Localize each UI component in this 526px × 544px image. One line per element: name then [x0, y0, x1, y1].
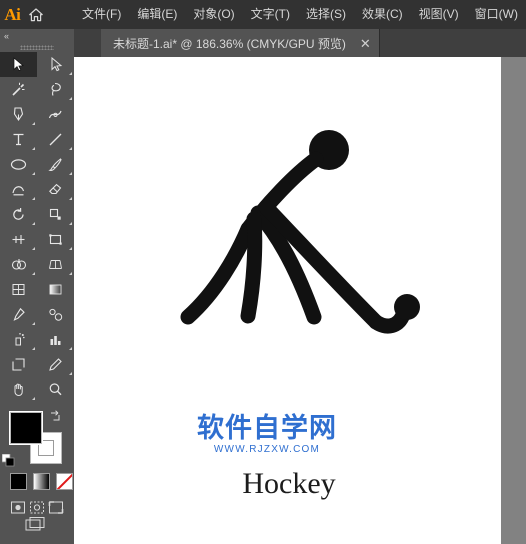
hockey-player-pictogram[interactable]	[126, 117, 446, 417]
watermark-title: 软件自学网	[197, 413, 337, 443]
tools-panel: «	[0, 29, 75, 544]
artboard-tool[interactable]	[0, 352, 37, 377]
menu-item-window[interactable]: 窗口(W)	[467, 0, 526, 29]
tool-grid	[0, 52, 74, 402]
gradient-fill-button[interactable]	[33, 473, 50, 490]
selection-tool[interactable]	[0, 52, 37, 77]
blend-tool[interactable]	[37, 302, 74, 327]
artwork-caption[interactable]: Hockey	[124, 467, 454, 501]
paintbrush-tool[interactable]	[37, 152, 74, 177]
canvas-background-right	[501, 57, 526, 544]
direct-selection-tool[interactable]	[37, 52, 74, 77]
perspective-grid-tool[interactable]	[37, 252, 74, 277]
type-tool[interactable]	[0, 127, 37, 152]
default-colors-icon[interactable]	[1, 453, 15, 467]
fill-mode-buttons	[0, 469, 74, 490]
home-icon[interactable]	[25, 0, 48, 29]
pen-tool[interactable]	[0, 102, 37, 127]
gradient-tool[interactable]	[37, 277, 74, 302]
document-tab[interactable]: 未标题-1.ai* @ 186.36% (CMYK/GPU 预览) ✕	[101, 29, 380, 57]
mesh-tool[interactable]	[0, 277, 37, 302]
menu-item-type[interactable]: 文字(T)	[243, 0, 298, 29]
tools-drag-handle[interactable]	[0, 43, 74, 52]
artboard[interactable]: 软件自学网 WWW.RJZXW.COM Hockey	[74, 57, 501, 544]
eraser-tool[interactable]	[37, 177, 74, 202]
free-transform-tool[interactable]	[37, 227, 74, 252]
slice-tool[interactable]	[37, 352, 74, 377]
shaper-tool[interactable]	[0, 177, 37, 202]
shape-builder-tool[interactable]	[0, 252, 37, 277]
eyedropper-tool[interactable]	[0, 302, 37, 327]
watermark-subtitle: WWW.RJZXW.COM	[213, 444, 321, 455]
scale-tool[interactable]	[37, 202, 74, 227]
symbol-sprayer-tool[interactable]	[0, 327, 37, 352]
zoom-tool[interactable]	[37, 377, 74, 402]
close-icon[interactable]: ✕	[360, 37, 371, 50]
canvas-area[interactable]: 软件自学网 WWW.RJZXW.COM Hockey	[74, 57, 526, 544]
swap-fill-stroke-icon[interactable]	[48, 409, 62, 423]
lasso-tool[interactable]	[37, 77, 74, 102]
rotate-tool[interactable]	[0, 202, 37, 227]
app-logo: Ai	[4, 4, 21, 24]
width-tool[interactable]	[0, 227, 37, 252]
change-screen-mode-icon[interactable]	[24, 514, 46, 536]
magic-wand-tool[interactable]	[0, 77, 37, 102]
menu-item-select[interactable]: 选择(S)	[298, 0, 354, 29]
curvature-tool[interactable]	[37, 102, 74, 127]
menu-item-object[interactable]: 对象(O)	[185, 0, 242, 29]
column-graph-tool[interactable]	[37, 327, 74, 352]
menu-item-file[interactable]: 文件(F)	[74, 0, 129, 29]
fill-color-swatch[interactable]	[9, 411, 43, 445]
menu-item-view[interactable]: 视图(V)	[411, 0, 467, 29]
menu-item-edit[interactable]: 编辑(E)	[129, 0, 185, 29]
color-swatches	[0, 407, 74, 469]
menu-bar: Ai 文件(F) 编辑(E) 对象(O) 文字(T) 选择(S) 效果(C) 视…	[0, 0, 526, 29]
tools-collapse-button[interactable]: «	[0, 29, 74, 43]
menu-item-effect[interactable]: 效果(C)	[354, 0, 411, 29]
color-fill-button[interactable]	[10, 473, 27, 490]
watermark: 软件自学网 WWW.RJZXW.COM	[152, 413, 382, 456]
document-tab-title: 未标题-1.ai* @ 186.36% (CMYK/GPU 预览)	[113, 36, 346, 51]
none-fill-button[interactable]	[56, 473, 73, 490]
menu-items: 文件(F) 编辑(E) 对象(O) 文字(T) 选择(S) 效果(C) 视图(V…	[74, 0, 526, 29]
illustrator-window: Ai 文件(F) 编辑(E) 对象(O) 文字(T) 选择(S) 效果(C) 视…	[0, 0, 526, 544]
screen-mode-buttons	[0, 490, 74, 516]
ellipse-tool[interactable]	[0, 152, 37, 177]
hand-tool[interactable]	[0, 377, 37, 402]
line-segment-tool[interactable]	[37, 127, 74, 152]
draw-inside-icon[interactable]	[47, 498, 65, 516]
document-tab-bar: 未标题-1.ai* @ 186.36% (CMYK/GPU 预览) ✕	[74, 29, 526, 58]
